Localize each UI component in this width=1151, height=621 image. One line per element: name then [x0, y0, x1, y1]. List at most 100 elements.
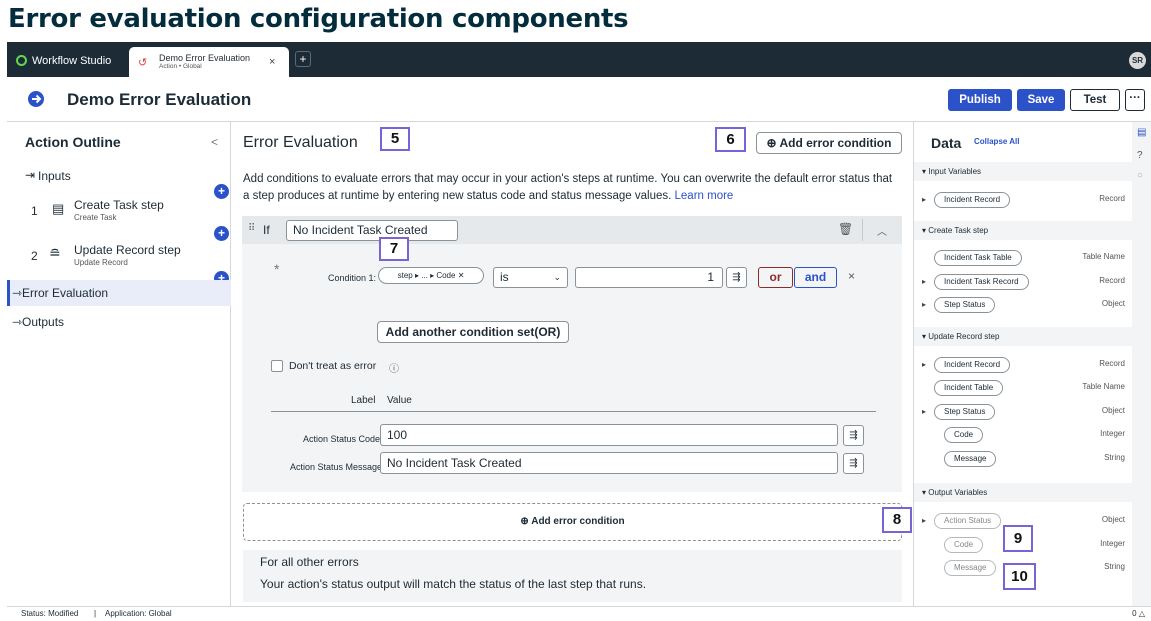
data-row-step-status[interactable]: ▸ Step Status Object [914, 295, 1133, 315]
condition-data-pill[interactable]: step ▸ ... ▸ Code ✕ [378, 267, 484, 284]
condition-label: Condition 1: [328, 273, 377, 283]
other-errors-text: Your action's status output will match t… [260, 577, 647, 591]
operator-select[interactable]: is ⌄ [493, 267, 568, 288]
data-row-step-status[interactable]: ▸ Step Status Object [914, 402, 1133, 422]
caret-right-icon[interactable]: ▸ [922, 277, 926, 286]
section-label: Create Task step [928, 226, 989, 235]
collapse-outline-icon[interactable]: < [211, 135, 218, 149]
error-evaluation-panel: Error Evaluation 5 6 ⊕ Add error conditi… [231, 122, 913, 606]
operator-value: is [500, 270, 509, 284]
drag-handle-icon[interactable]: ⠿ [248, 223, 255, 234]
data-pill[interactable]: Incident Table [934, 380, 1004, 396]
notifications-indicator[interactable]: 0 △ [1132, 607, 1145, 621]
data-row-code[interactable]: Code Integer [914, 425, 1133, 445]
data-row-incident-record[interactable]: ▸ Incident Record Record [914, 190, 1133, 210]
page-heading: Error evaluation configuration component… [8, 4, 629, 34]
and-button[interactable]: and [794, 267, 837, 288]
data-picker-icon[interactable]: ⇶ [726, 267, 747, 288]
add-condition-set-button[interactable]: Add another condition set(OR) [377, 321, 569, 343]
caret-down-icon[interactable]: ▸ [922, 407, 926, 416]
callout-marker-10: 10 [1003, 563, 1036, 590]
workflow-studio-tab[interactable]: Workflow Studio [16, 51, 111, 70]
demo-error-evaluation-tab[interactable]: ↺ Demo Error Evaluation Action • Global … [129, 47, 289, 77]
tab-title: Demo Error Evaluation [159, 53, 251, 63]
data-panel-title: Data [931, 135, 962, 151]
dont-treat-as-error-checkbox[interactable] [271, 360, 283, 372]
data-pill[interactable]: Incident Record [934, 357, 1011, 373]
task-icon: ▤ [52, 201, 65, 216]
outline-item-create-task[interactable]: 1 ▤ Create Task step Create Task [7, 194, 231, 224]
data-pill[interactable]: Code [944, 427, 984, 443]
workflow-studio-label: Workflow Studio [32, 54, 112, 67]
step-number: 1 [31, 204, 38, 218]
avatar[interactable]: SR [1129, 52, 1146, 69]
outline-item-error-evaluation[interactable]: ⇾ Error Evaluation [7, 280, 231, 306]
action-status-message-input[interactable]: No Incident Task Created [380, 452, 838, 474]
caret-right-icon[interactable]: ▸ [922, 300, 926, 309]
action-outline-panel: Action Outline < ⇥ Inputs + 1 ▤ Create T… [7, 122, 231, 606]
callout-marker-8: 8 [882, 507, 912, 533]
learn-more-link[interactable]: Learn more [675, 190, 734, 202]
data-pill[interactable]: Code [944, 537, 984, 553]
new-tab-button[interactable]: + [295, 51, 311, 67]
data-pill[interactable]: Step Status [934, 404, 996, 420]
application-text: Application: Global [105, 609, 172, 618]
section-update-record-step[interactable]: ▾ Update Record step [914, 327, 1133, 346]
data-row-incident-record[interactable]: ▸ Incident Record Record [914, 355, 1133, 375]
data-pill[interactable]: Incident Task Table [934, 250, 1022, 266]
condition-name-input[interactable]: No Incident Task Created [286, 220, 458, 241]
outline-item-inputs[interactable]: ⇥ Inputs [7, 166, 231, 186]
chevron-up-icon[interactable]: ︿ [877, 223, 887, 238]
save-button[interactable]: Save [1017, 89, 1065, 111]
data-row-incident-task-table[interactable]: Incident Task Table Table Name [914, 248, 1133, 268]
test-button[interactable]: Test [1070, 89, 1120, 111]
data-row-incident-table[interactable]: Incident Table Table Name [914, 378, 1133, 398]
data-row-incident-task-record[interactable]: ▸ Incident Task Record Record [914, 272, 1133, 292]
add-error-condition-button[interactable]: ⊕ Add error condition [756, 132, 902, 154]
section-create-task-step[interactable]: ▾ Create Task step [914, 221, 1133, 240]
caret-right-icon[interactable]: ▸ [922, 516, 926, 525]
or-button[interactable]: or [758, 267, 793, 288]
help-icon[interactable]: ? [1137, 150, 1143, 161]
publish-button[interactable]: Publish [948, 89, 1012, 111]
caret-right-icon[interactable]: ▸ [922, 360, 926, 369]
back-icon[interactable] [27, 90, 45, 108]
condition-value-input[interactable]: 1 [575, 267, 723, 288]
outline-item-update-record[interactable]: 2 ≘ Update Record step Update Record [7, 239, 231, 269]
data-picker-icon[interactable]: ⇶ [843, 425, 864, 446]
data-pill[interactable]: Message [944, 560, 997, 576]
info-icon[interactable]: ⓘ [389, 360, 399, 375]
action-status-code-input[interactable]: 100 [380, 424, 838, 446]
collapse-all-link[interactable]: Collapse All [974, 137, 1020, 146]
data-row-message[interactable]: Message String [914, 449, 1133, 469]
data-pill[interactable]: Incident Task Record [934, 274, 1029, 290]
add-circle-icon: ⊕ [766, 136, 780, 150]
data-type: String [1104, 453, 1125, 462]
step-sublabel: Create Task [74, 213, 117, 222]
error-evaluation-icon: ⇾ [12, 286, 23, 300]
section-label: Update Record step [928, 332, 1000, 341]
top-bar: Workflow Studio ↺ Demo Error Evaluation … [7, 42, 1151, 77]
remove-condition-icon[interactable]: × [848, 269, 855, 283]
section-output-variables[interactable]: ▾ Output Variables [914, 483, 1133, 502]
caret-right-icon[interactable]: ▸ [922, 195, 926, 204]
delete-icon[interactable]: 🗑 [838, 222, 853, 236]
data-pill[interactable]: Action Status [934, 513, 1002, 529]
data-picker-icon[interactable]: ⇶ [843, 453, 864, 474]
section-input-variables[interactable]: ▾ Input Variables [914, 162, 1133, 181]
add-error-condition-label: Add error condition [779, 136, 892, 150]
data-pill[interactable]: Incident Record [934, 192, 1011, 208]
data-panel-icon[interactable]: ▤ [1137, 127, 1146, 138]
remove-pill-icon[interactable]: ✕ [458, 271, 465, 280]
data-pill[interactable]: Message [944, 451, 997, 467]
data-pill[interactable]: Step Status [934, 297, 996, 313]
more-options-button[interactable]: ··· [1125, 89, 1145, 111]
outline-item-outputs[interactable]: ⇾ Outputs [7, 313, 231, 333]
close-tab-icon[interactable]: × [269, 56, 275, 68]
description-text: Add conditions to evaluate errors that m… [243, 173, 893, 202]
add-error-condition-dashed-button[interactable]: ⊕ Add error condition [243, 503, 902, 541]
data-type: Integer [1100, 429, 1125, 438]
page-title: Demo Error Evaluation [67, 90, 252, 109]
outline-error-evaluation-label: Error Evaluation [22, 286, 109, 300]
settings-icon[interactable]: ○ [1137, 170, 1143, 181]
